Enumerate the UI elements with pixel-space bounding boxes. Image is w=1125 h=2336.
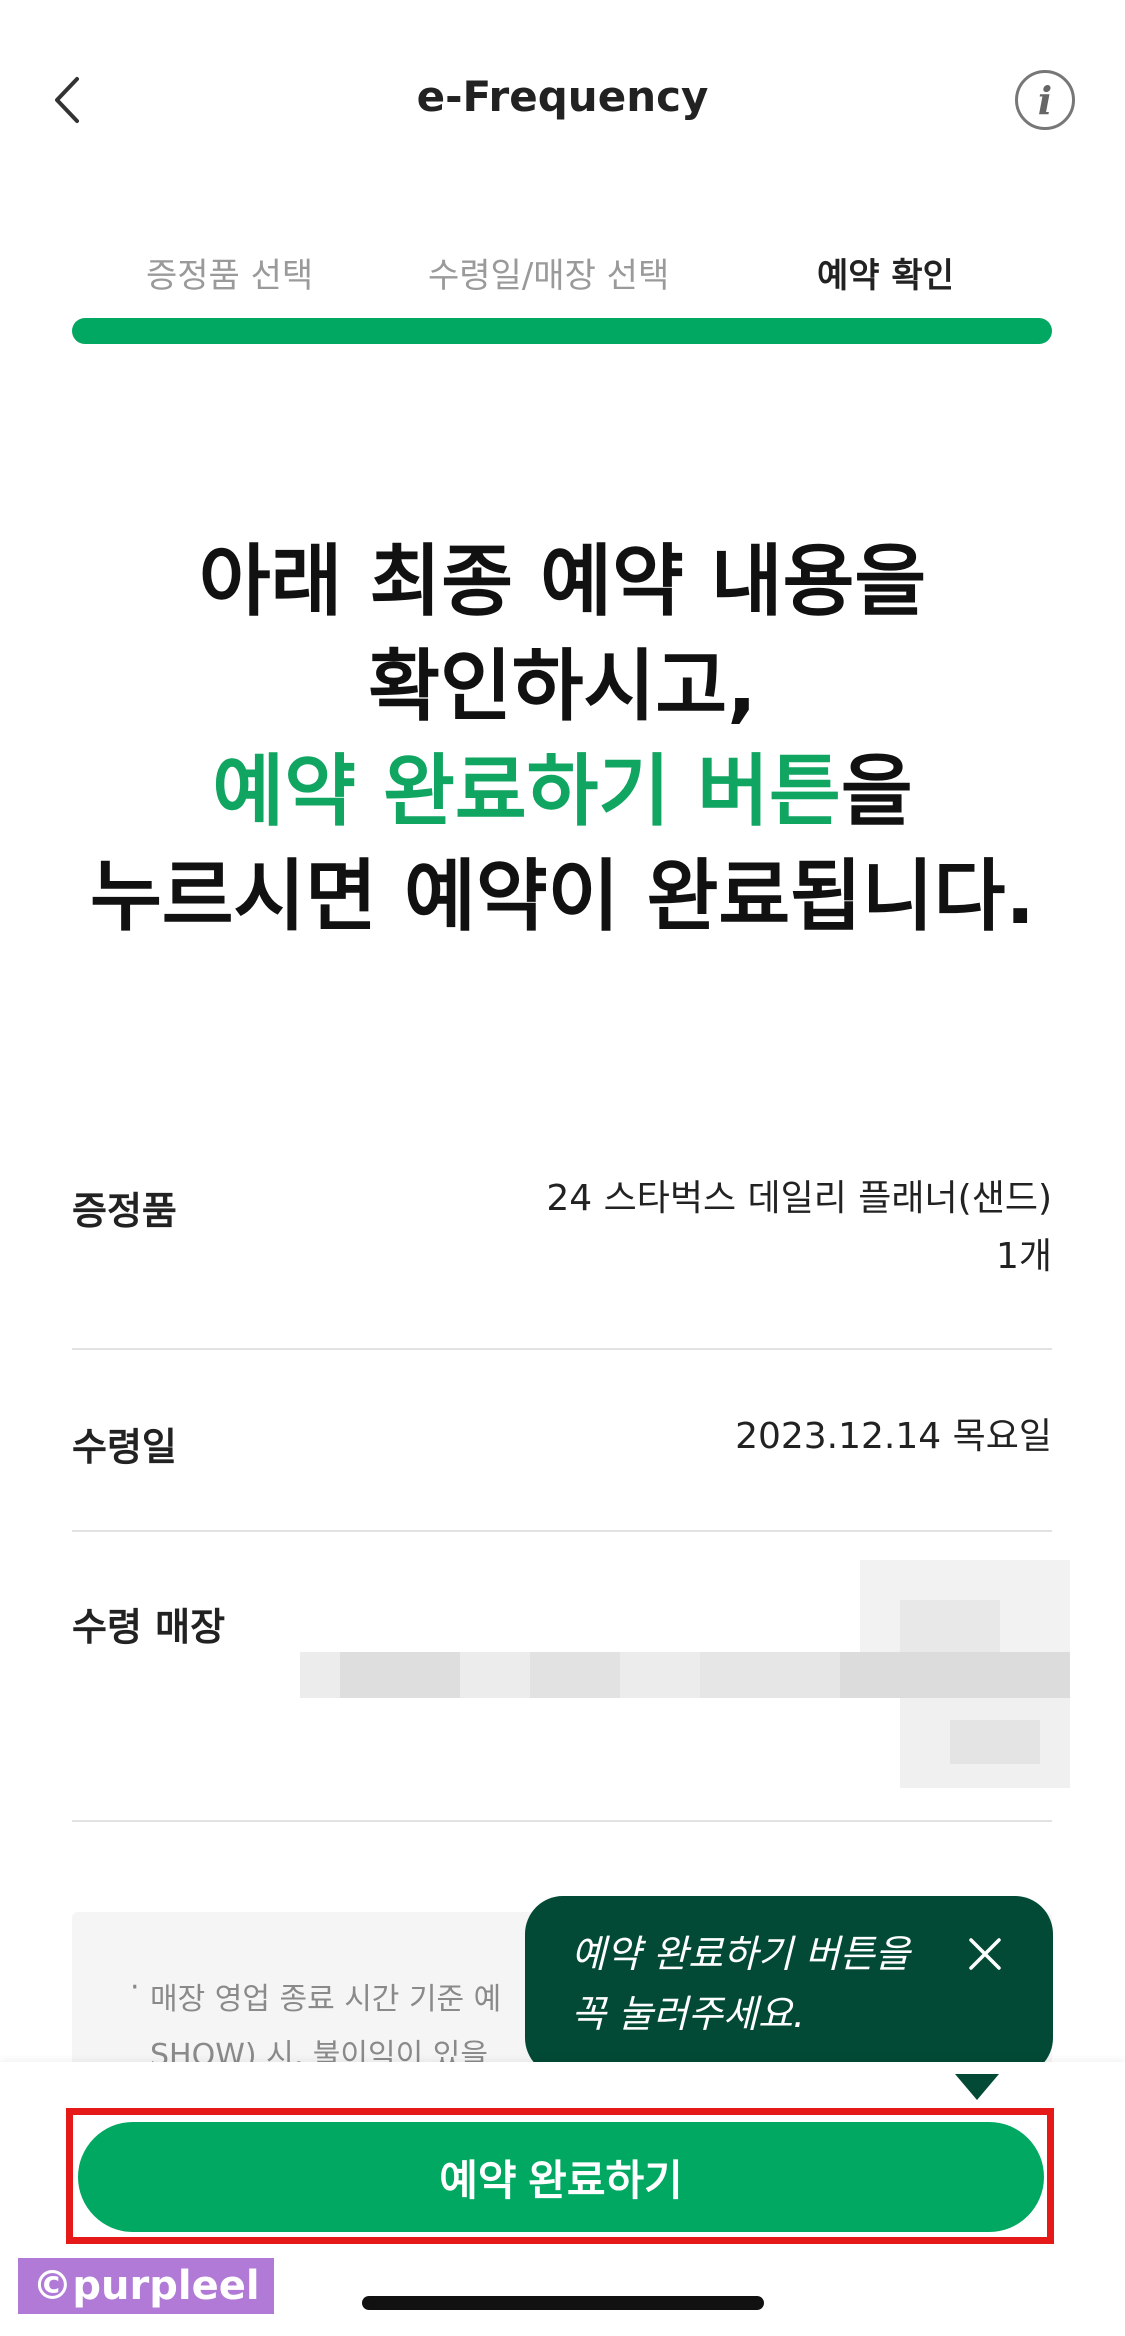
step-tabs: 증정품 선택 수령일/매장 선택 예약 확인 [72,248,1052,298]
divider [72,1820,1052,1822]
info-button[interactable]: i [1015,70,1075,130]
tooltip-tail [955,2074,999,2100]
gift-row: 증정품 24 스타벅스 데일리 플래너(샌드) 1개 [72,1176,1052,1296]
reminder-tooltip: 예약 완료하기 버튼을 꼭 눌러주세요. [525,1896,1053,2076]
info-icon: i [1037,77,1053,123]
page-title: e-Frequency [416,72,709,121]
headline-accent: 예약 완료하기 버튼 [212,747,841,837]
store-label: 수령 매장 [72,1605,226,1649]
divider [72,1530,1052,1532]
headline-line-3-rest: 을 [840,747,913,837]
gift-value: 24 스타벅스 데일리 플래너(샌드) 1개 [546,1170,1052,1286]
tooltip-line-1: 예약 완료하기 버튼을 [571,1932,910,1976]
step-gift-select: 증정품 선택 [146,256,314,296]
divider [72,1348,1052,1350]
date-value: 2023.12.14 목요일 [735,1416,1052,1457]
close-icon [969,1938,1001,1970]
tooltip-close-button[interactable] [955,1924,1015,1984]
gift-label: 증정품 [72,1189,177,1233]
date-label: 수령일 [72,1425,177,1469]
progress-bar [72,318,1052,344]
headline-line-2: 확인하시고, [368,642,757,732]
store-value-redacted [300,1560,1070,1790]
headline-line-3: 예약 완료하기 버튼을 [0,740,1125,845]
watermark: ©purpleel [18,2258,274,2314]
headline-line-4: 누르시면 예약이 완료됩니다. [89,852,1036,942]
headline-line-1: 아래 최종 예약 내용을 [198,537,927,627]
step-date-store-select: 수령일/매장 선택 [428,256,670,296]
tooltip-text: 예약 완료하기 버튼을 꼭 눌러주세요. [571,1924,971,2044]
header: e-Frequency i [0,0,1125,200]
tooltip-line-2: 꼭 눌러주세요. [571,1992,805,2036]
step-reservation-confirm: 예약 확인 [817,256,954,296]
gift-name: 24 스타벅스 데일리 플래너(샌드) [546,1178,1052,1219]
gift-quantity: 1개 [995,1236,1052,1277]
home-indicator[interactable] [362,2296,764,2310]
headline: 아래 최종 예약 내용을 확인하시고, 예약 완료하기 버튼을 누르시면 예약이… [0,530,1125,950]
date-row: 수령일 2023.12.14 목요일 [72,1416,1052,1476]
complete-reservation-button[interactable]: 예약 완료하기 [78,2122,1044,2232]
